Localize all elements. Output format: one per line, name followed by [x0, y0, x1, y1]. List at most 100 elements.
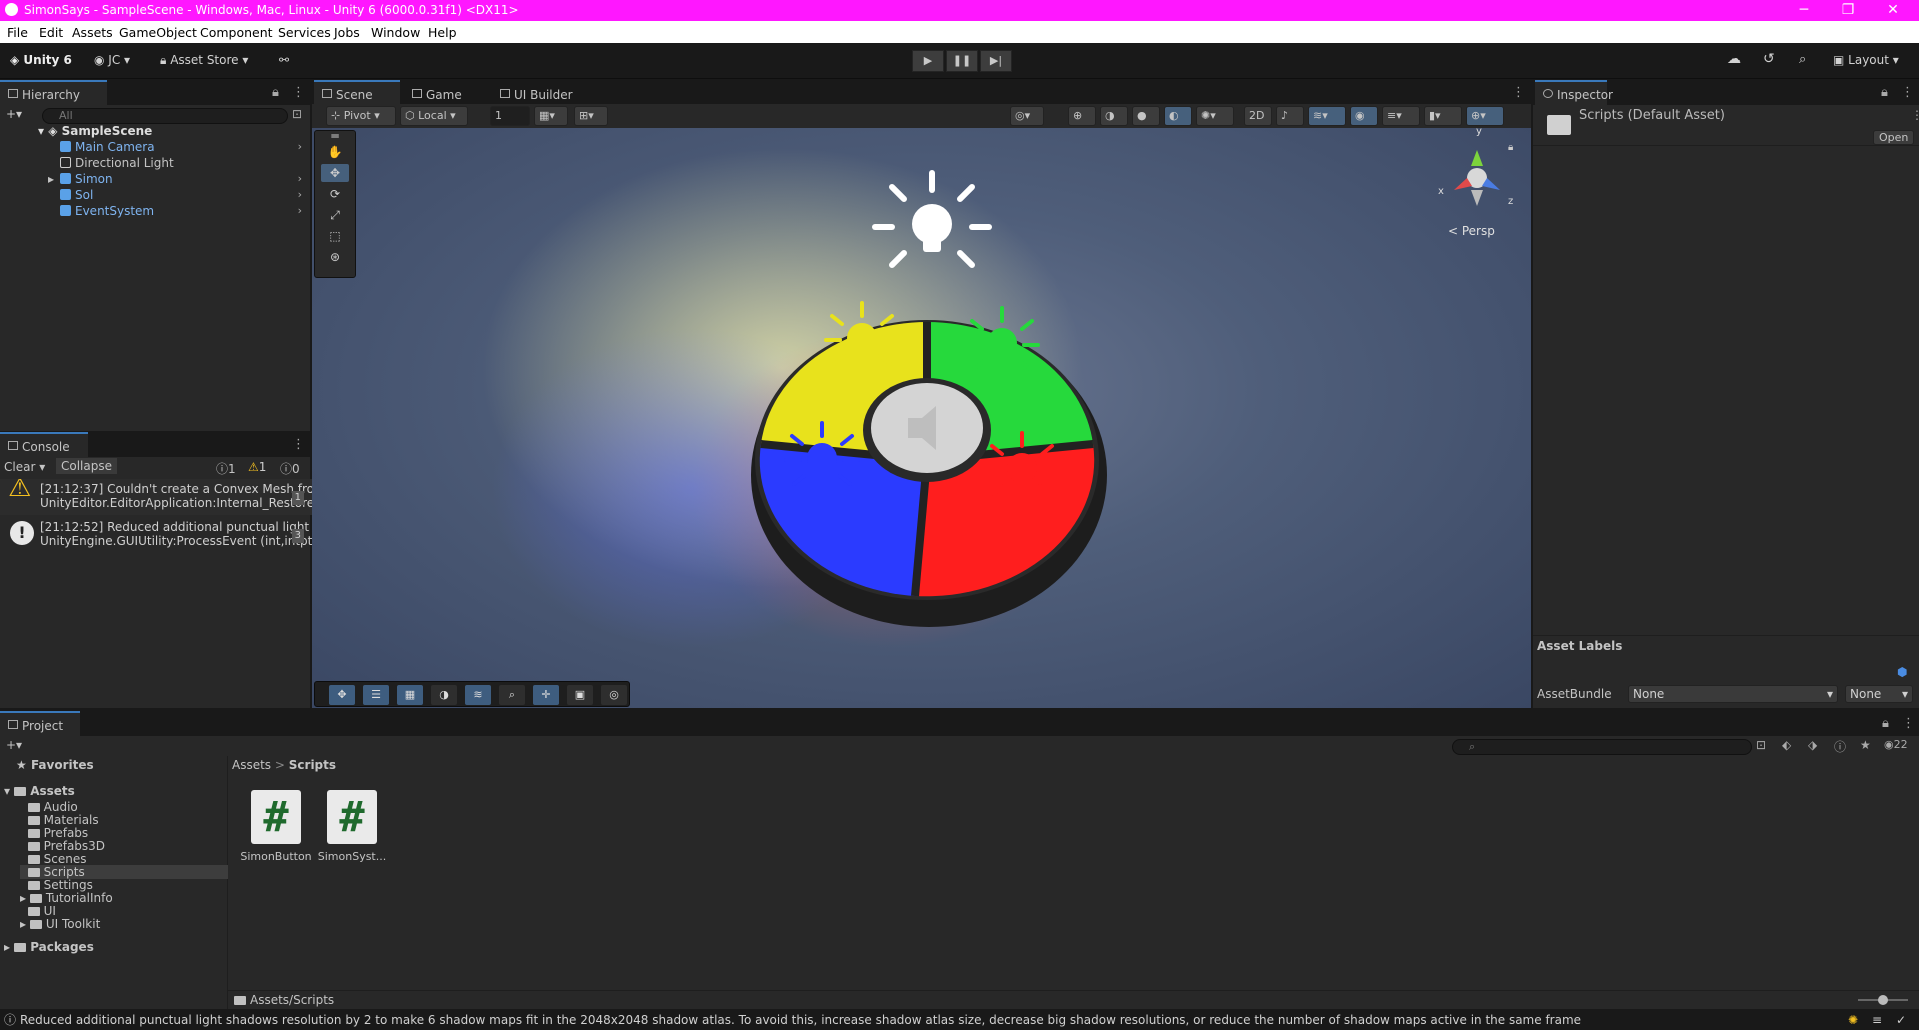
scene-viewport[interactable]: y x z < Persp 🔒︎ [312, 126, 1531, 708]
play-button[interactable]: ▶ [912, 50, 944, 72]
pivot-dropdown[interactable]: ⊹ Pivot ▾ [326, 106, 396, 126]
layout-dropdown[interactable]: ▣ Layout ▾ [1833, 53, 1899, 67]
warning-filter-toggle[interactable]: ⚠1 [248, 460, 266, 474]
hierarchy-item[interactable]: Sol › [60, 187, 310, 203]
cloud-icon[interactable]: ☁ [1727, 51, 1741, 67]
inspector-menu-icon[interactable]: ⋮ [1901, 85, 1914, 100]
inspector-lock-icon[interactable]: 🔒︎ [1881, 85, 1888, 100]
script-file-simonsystem[interactable]: # SimonSyst... [314, 790, 390, 863]
inspector-settings-icon[interactable]: ⋮ [1911, 108, 1919, 122]
account-dropdown[interactable]: ◉ JC ▾ [94, 53, 130, 67]
bug-icon[interactable]: ✺ [1848, 1010, 1859, 1030]
tab-ui-builder[interactable]: UI Builder [492, 80, 592, 105]
folder-item[interactable]: Scripts [20, 865, 228, 879]
log-toggle-icon[interactable]: ⓘ [1834, 738, 1846, 755]
unity-version-button[interactable]: ◈ Unity 6 [10, 53, 72, 67]
script-file-simonbutton[interactable]: # SimonButton [238, 790, 314, 863]
progress-icon[interactable]: ≡ [1872, 1010, 1883, 1030]
gizmos-dropdown[interactable]: ⊕▾ [1466, 106, 1504, 126]
wireframe-toggle[interactable]: ⊕ [1068, 106, 1096, 126]
console-row[interactable]: ! [21:12:52] Reduced additional punctual… [0, 517, 312, 553]
overlay-pivot-icon[interactable]: ✛ [533, 685, 559, 705]
open-button[interactable]: Open [1873, 130, 1915, 145]
label-tag-icon[interactable]: ⬢ [1897, 665, 1907, 679]
project-add-button[interactable]: +▾ [6, 738, 22, 752]
hidden-packages-toggle[interactable]: ◉22 [1884, 738, 1908, 751]
menu-assets[interactable]: Assets [72, 25, 113, 40]
layers-dropdown[interactable]: ≡▾ [1382, 106, 1420, 126]
hierarchy-menu-icon[interactable]: ⋮ [292, 85, 305, 100]
step-button[interactable]: ▶| [980, 50, 1012, 72]
menu-gameobject[interactable]: GameObject [119, 25, 197, 40]
menu-services[interactable]: Services [278, 25, 331, 40]
folder-item[interactable]: Materials [20, 813, 99, 827]
overlay-layers-icon[interactable]: ≋ [465, 685, 491, 705]
overlay-search-icon[interactable]: ⌕ [499, 685, 525, 705]
close-button[interactable]: ✕ [1873, 1, 1913, 21]
overlay-align-icon[interactable]: ☰ [363, 685, 389, 705]
local-dropdown[interactable]: ⬡ Local ▾ [400, 106, 468, 126]
move-tool-icon[interactable]: ✥ [321, 164, 349, 182]
folder-item[interactable]: Settings [20, 878, 93, 892]
hierarchy-item[interactable]: ▸ Simon › [48, 171, 310, 187]
add-object-button[interactable]: +▾ [6, 107, 22, 121]
project-lock-icon[interactable]: 🔒︎ [1882, 716, 1889, 731]
menu-window[interactable]: Window [371, 25, 420, 40]
icon-size-slider-thumb[interactable] [1878, 995, 1888, 1005]
lighting-toggle[interactable]: ✺▾ [1196, 106, 1234, 126]
overlay-compass-icon[interactable]: ◎ [601, 685, 627, 705]
tab-game[interactable]: Game [404, 80, 484, 105]
visibility-toggle[interactable]: ◉ [1350, 106, 1378, 126]
hand-tool-icon[interactable]: ✋ [321, 143, 349, 161]
menu-edit[interactable]: Edit [39, 25, 63, 40]
rect-tool-icon[interactable]: ⬚ [321, 227, 349, 245]
project-search-input[interactable]: ⌕ [1452, 739, 1752, 755]
assetbundle-dropdown[interactable]: None ▾ [1628, 685, 1838, 703]
textured-toggle[interactable]: ◐ [1164, 106, 1192, 126]
assetbundle-variant-dropdown[interactable]: None ▾ [1845, 685, 1913, 703]
assets-node[interactable]: ▾ Assets [4, 784, 75, 798]
menu-jobs[interactable]: Jobs [334, 25, 360, 40]
folder-item[interactable]: Prefabs3D [20, 839, 105, 853]
search-icon[interactable]: ⌕ [1799, 52, 1806, 67]
open-prefab-chevron-icon[interactable]: › [298, 139, 302, 155]
palette-handle[interactable]: ═ [321, 130, 349, 142]
rotate-tool-icon[interactable]: ⟳ [321, 185, 349, 203]
menu-file[interactable]: File [7, 25, 28, 40]
folder-item[interactable]: UI [20, 904, 56, 918]
status-check-icon[interactable]: ✓ [1896, 1010, 1907, 1030]
lock-icon[interactable]: 🔒︎ [272, 85, 279, 100]
favorites-node[interactable]: ★ Favorites [16, 758, 94, 772]
console-collapse-button[interactable]: Collapse [56, 458, 117, 474]
shaded-wireframe-toggle[interactable]: ◑ [1100, 106, 1128, 126]
hierarchy-item[interactable]: Directional Light [60, 155, 310, 171]
folder-item[interactable]: ▸ TutorialInfo [20, 891, 113, 905]
open-prefab-chevron-icon[interactable]: › [298, 171, 302, 187]
camera-dropdown[interactable]: ▮▾ [1424, 106, 1462, 126]
error-filter-toggle[interactable]: ⓘ1 [216, 460, 236, 477]
version-control-icon[interactable]: ⚯ [279, 53, 289, 67]
breadcrumb-scripts[interactable]: Scripts [289, 758, 336, 772]
folder-item[interactable]: Audio [20, 800, 78, 814]
camera-mode-dropdown[interactable]: ◎▾ [1010, 106, 1044, 126]
hierarchy-item[interactable]: Main Camera › [60, 139, 310, 155]
project-menu-icon[interactable]: ⋮ [1902, 716, 1915, 731]
breadcrumb-assets[interactable]: Assets [232, 758, 271, 772]
status-bar[interactable]: ⓘ Reduced additional punctual light shad… [0, 1010, 1919, 1030]
grid-size-input[interactable]: 1 [490, 106, 530, 126]
tab-inspector[interactable]: Inspector [1535, 80, 1613, 105]
pause-button[interactable]: ❚❚ [946, 50, 978, 72]
transform-tool-icon[interactable]: ⊛ [321, 248, 349, 266]
projection-toggle[interactable]: < Persp [1448, 224, 1495, 238]
tab-project[interactable]: Project [0, 711, 80, 736]
menu-component[interactable]: Component [200, 25, 273, 40]
favorite-icon[interactable]: ★ [1860, 738, 1871, 752]
open-prefab-chevron-icon[interactable]: › [298, 187, 302, 203]
console-clear-button[interactable]: Clear ▾ [4, 460, 45, 474]
overlay-shading-icon[interactable]: ◑ [431, 685, 457, 705]
folder-item[interactable]: Prefabs [20, 826, 88, 840]
search-by-type-icon[interactable]: ⊡ [1756, 738, 1766, 752]
asset-store-button[interactable]: 🔒︎ Asset Store ▾ [160, 53, 248, 68]
gizmo-lock-icon[interactable]: 🔒︎ [1508, 142, 1513, 153]
hierarchy-search-input[interactable]: All [42, 108, 288, 124]
